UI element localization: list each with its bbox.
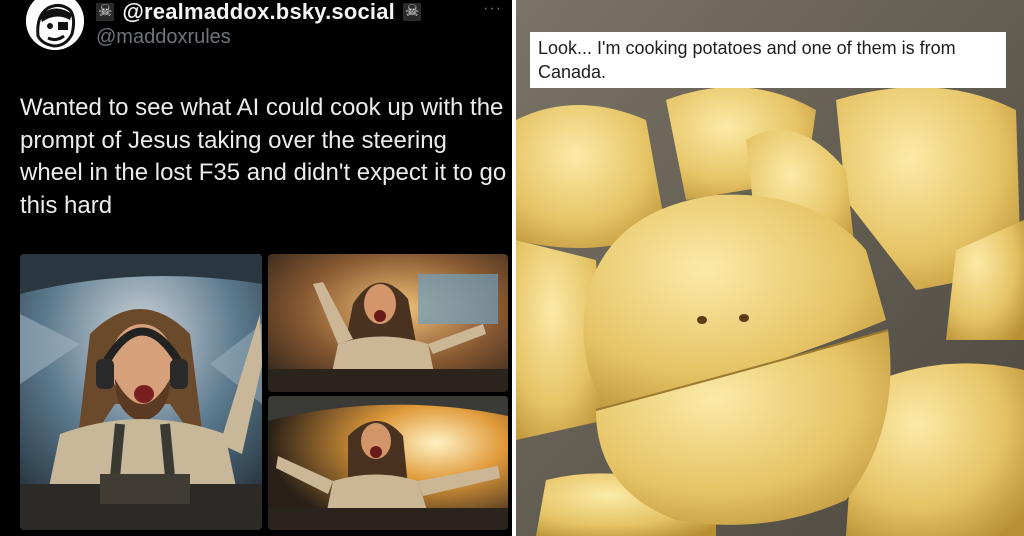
avatar-face-icon xyxy=(26,0,84,50)
skull-crossbones-icon: ☠ xyxy=(96,3,115,21)
author-row: ☠ @realmaddox.bsky.social ☠ xyxy=(96,0,422,25)
post-image-1[interactable] xyxy=(20,254,262,530)
post-text: Wanted to see what AI could cook up with… xyxy=(20,94,507,219)
more-dots-icon[interactable]: ··· xyxy=(483,0,502,18)
post-image-2[interactable] xyxy=(268,254,508,392)
avatar[interactable] xyxy=(26,0,84,50)
skull-crossbones-icon: ☠ xyxy=(403,3,422,21)
meme-caption: Look... I'm cooking potatoes and one of … xyxy=(530,32,1006,88)
author-username[interactable]: @maddoxrules xyxy=(96,26,231,49)
tweet-panel: ☠ @realmaddox.bsky.social ☠ @maddoxrules… xyxy=(0,0,512,536)
author-display-name[interactable]: @realmaddox.bsky.social xyxy=(122,0,395,25)
meme-panel: Look... I'm cooking potatoes and one of … xyxy=(516,0,1024,536)
post-image-3[interactable] xyxy=(268,396,508,530)
